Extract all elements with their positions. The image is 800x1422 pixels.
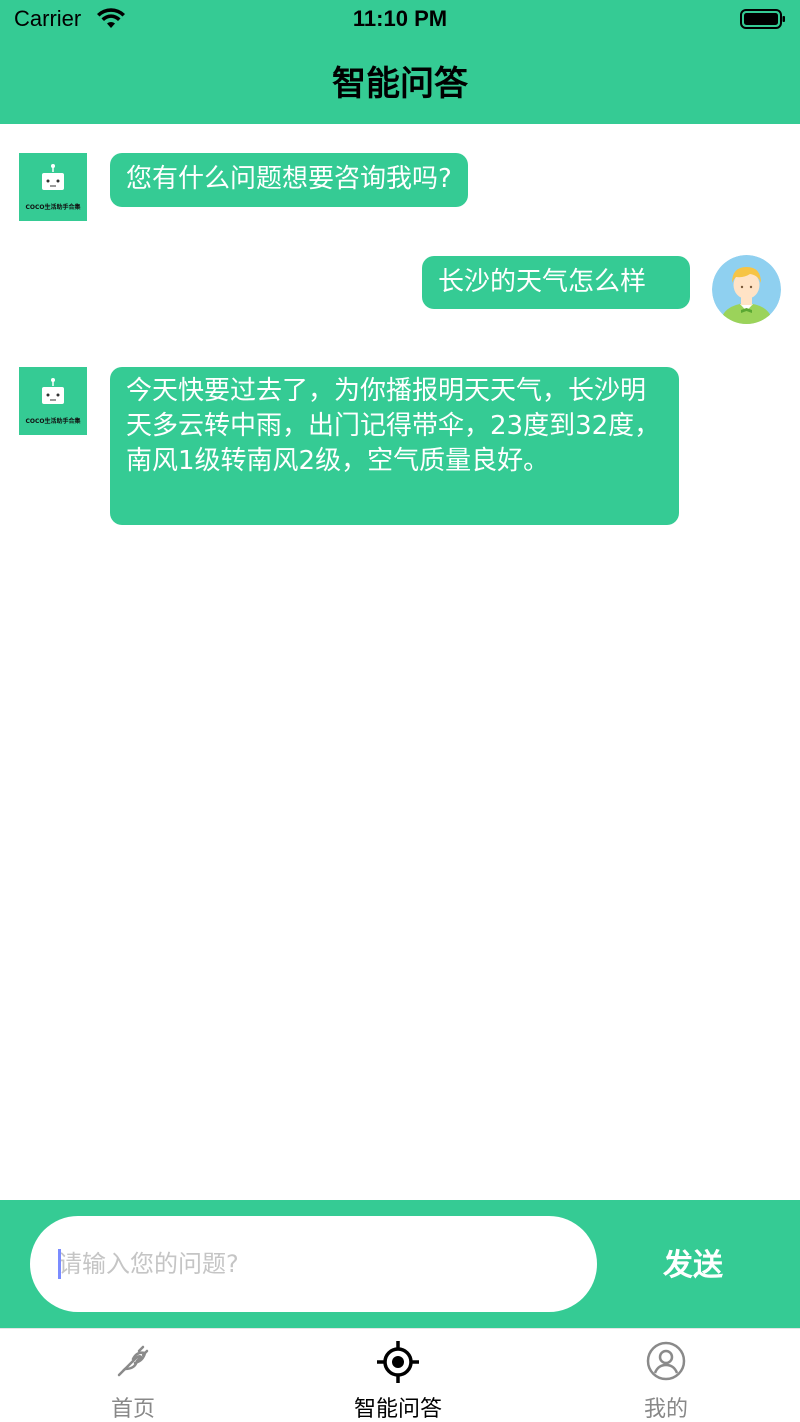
message-bubble-bot: 今天快要过去了，为你播报明天天气，长沙明天多云转中雨，出门记得带伞，23度到32…: [110, 367, 679, 525]
tab-home[interactable]: 首页: [53, 1329, 213, 1422]
tab-bar: 首页 智能问答 我的: [0, 1328, 800, 1422]
text-caret: [58, 1249, 61, 1279]
plug-icon: [117, 1345, 149, 1377]
tab-smart-qa-label: 智能问答: [353, 1397, 442, 1422]
bot-avatar: COCO生活助手合集: [19, 367, 87, 435]
navigation-header: Carrier 11:10 PM 智能问答: [0, 0, 800, 124]
bot-avatar-label: COCO生活助手合集: [25, 204, 81, 211]
bot-avatar-label: COCO生活助手合集: [25, 418, 81, 425]
tab-mine[interactable]: 我的: [586, 1329, 746, 1422]
message-bubble-user: 长沙的天气怎么样: [422, 256, 690, 309]
question-input-container[interactable]: [30, 1216, 597, 1312]
page-title: 智能问答: [332, 64, 468, 104]
bot-avatar: COCO生活助手合集: [19, 153, 87, 221]
question-input[interactable]: [58, 1244, 558, 1284]
tab-mine-label: 我的: [643, 1397, 688, 1422]
message-bubble-bot: 您有什么问题想要咨询我吗?: [110, 153, 468, 207]
clock: 11:10 PM: [352, 6, 448, 31]
user-circle-icon: [646, 1341, 686, 1381]
send-button[interactable]: 发送: [640, 1240, 746, 1284]
battery-icon: [740, 9, 785, 29]
tab-smart-qa[interactable]: 智能问答: [318, 1329, 478, 1422]
status-bar: Carrier 11:10 PM: [0, 0, 800, 40]
input-bar: 发送: [0, 1200, 800, 1328]
target-icon: [377, 1341, 419, 1383]
tab-home-label: 首页: [110, 1397, 155, 1422]
user-avatar: [712, 255, 781, 324]
